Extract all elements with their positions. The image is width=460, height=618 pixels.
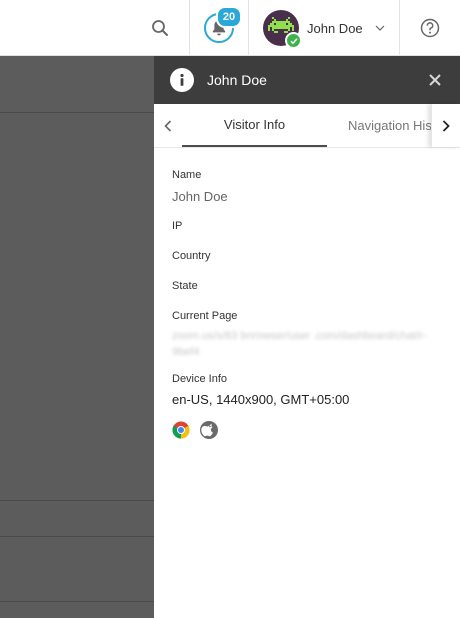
- device-info-value: en-US, 1440x900, GMT+05:00: [172, 392, 350, 407]
- search-icon: [152, 20, 168, 36]
- chevron-right-icon: [442, 119, 450, 132]
- divider: [0, 500, 154, 501]
- bell-ring: 20: [204, 6, 242, 43]
- tab-navigation-history[interactable]: Navigation History: [327, 104, 432, 147]
- device-info-label: Device Info: [172, 373, 228, 385]
- divider: [0, 536, 154, 537]
- panel-header: John Doe: [154, 56, 460, 104]
- state-label: State: [172, 280, 198, 292]
- tab-scroll-left-button[interactable]: [154, 104, 182, 147]
- divider: [248, 0, 249, 56]
- close-icon: [429, 74, 441, 86]
- chrome-icon: [172, 421, 190, 439]
- chevron-left-icon: [164, 119, 172, 132]
- ip-label: IP: [172, 220, 183, 232]
- visitor-details-panel: John Doe Visitor Info Navigation History…: [154, 56, 460, 618]
- chevron-down-icon: [375, 25, 385, 31]
- notification-count-badge: 20: [216, 6, 242, 28]
- notifications-button[interactable]: 20: [190, 0, 248, 56]
- info-icon: [170, 68, 194, 92]
- country-label: Country: [172, 250, 211, 262]
- online-status-icon: [285, 32, 302, 49]
- tab-bar: Visitor Info Navigation History: [154, 104, 460, 148]
- panel-title: John Doe: [207, 72, 267, 88]
- tab-scroll-right-button[interactable]: [431, 104, 460, 147]
- divider: [0, 112, 154, 113]
- name-label: Name: [172, 169, 202, 181]
- close-button[interactable]: [426, 71, 444, 89]
- help-icon: [420, 18, 440, 38]
- dimmed-page-overlay[interactable]: [0, 56, 154, 618]
- current-page-label: Current Page: [172, 310, 238, 322]
- avatar: [263, 10, 302, 49]
- divider: [0, 601, 154, 602]
- top-bar: 20 John Doe: [0, 0, 460, 56]
- tab-visitor-info[interactable]: Visitor Info: [182, 104, 327, 147]
- user-name: John Doe: [307, 20, 363, 36]
- search-button[interactable]: [132, 0, 188, 56]
- name-value: John Doe: [172, 189, 228, 204]
- apple-icon: [200, 421, 218, 439]
- current-page-value[interactable]: zoom.us/s/83 bnrowser/user .com/dashboar…: [172, 328, 428, 360]
- user-menu-button[interactable]: John Doe: [250, 0, 398, 56]
- browser-os-icons: [172, 421, 218, 439]
- help-button[interactable]: [400, 0, 460, 56]
